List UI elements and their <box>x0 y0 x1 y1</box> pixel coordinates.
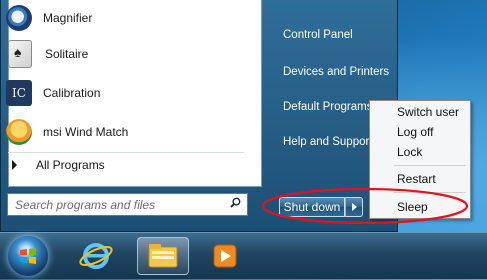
default-programs-link[interactable]: Default Programs <box>283 101 372 113</box>
menu-separator <box>394 165 466 166</box>
shutdown-label: Shut down <box>283 200 341 214</box>
search-input[interactable]: Search programs and files <box>7 193 248 216</box>
program-label: Magnifier <box>43 11 93 25</box>
restart-menu-item[interactable]: Restart <box>397 172 436 186</box>
devices-and-printers-link[interactable]: Devices and Printers <box>283 66 389 78</box>
control-panel-link[interactable]: Control Panel <box>283 29 353 41</box>
internet-explorer-button[interactable] <box>70 237 122 275</box>
help-and-support-link[interactable]: Help and Support <box>283 136 373 148</box>
solitaire-icon <box>8 40 32 68</box>
search-icon[interactable] <box>230 197 241 208</box>
program-item-magnifier[interactable]: Magnifier <box>6 2 92 34</box>
menu-separator <box>394 192 466 193</box>
switch-user-menu-item[interactable]: Switch user <box>397 105 459 119</box>
media-player-button[interactable] <box>200 237 252 275</box>
program-label: Calibration <box>43 86 101 100</box>
triangle-right-icon <box>12 160 17 170</box>
taskbar <box>0 232 487 279</box>
msi-wind-match-icon <box>6 119 32 145</box>
programs-separator <box>8 152 244 153</box>
magnifier-icon <box>6 5 32 31</box>
power-options-menu: Switch user Log off Lock Restart Sleep <box>369 100 471 219</box>
log-off-menu-item[interactable]: Log off <box>397 125 433 139</box>
calibration-icon: IC <box>6 80 32 106</box>
all-programs-button[interactable]: All Programs <box>12 158 105 172</box>
program-label: Solitaire <box>45 47 89 61</box>
search-placeholder: Search programs and files <box>15 197 156 212</box>
program-item-calibration[interactable]: IC Calibration <box>6 77 100 109</box>
program-label: msi Wind Match <box>43 125 129 139</box>
lock-menu-item[interactable]: Lock <box>397 145 422 159</box>
windows-logo-icon <box>20 248 36 264</box>
windows-explorer-icon <box>148 244 178 268</box>
internet-explorer-icon <box>79 243 113 269</box>
media-player-icon <box>213 244 237 268</box>
sleep-menu-item[interactable]: Sleep <box>397 200 428 214</box>
shutdown-options-arrow[interactable] <box>345 197 363 217</box>
all-programs-label: All Programs <box>36 158 105 172</box>
windows-explorer-button[interactable] <box>137 237 189 275</box>
program-item-msi-wind-match[interactable]: msi Wind Match <box>6 116 128 148</box>
shutdown-button[interactable]: Shut down <box>279 197 345 217</box>
program-item-solitaire[interactable]: Solitaire <box>6 38 88 70</box>
